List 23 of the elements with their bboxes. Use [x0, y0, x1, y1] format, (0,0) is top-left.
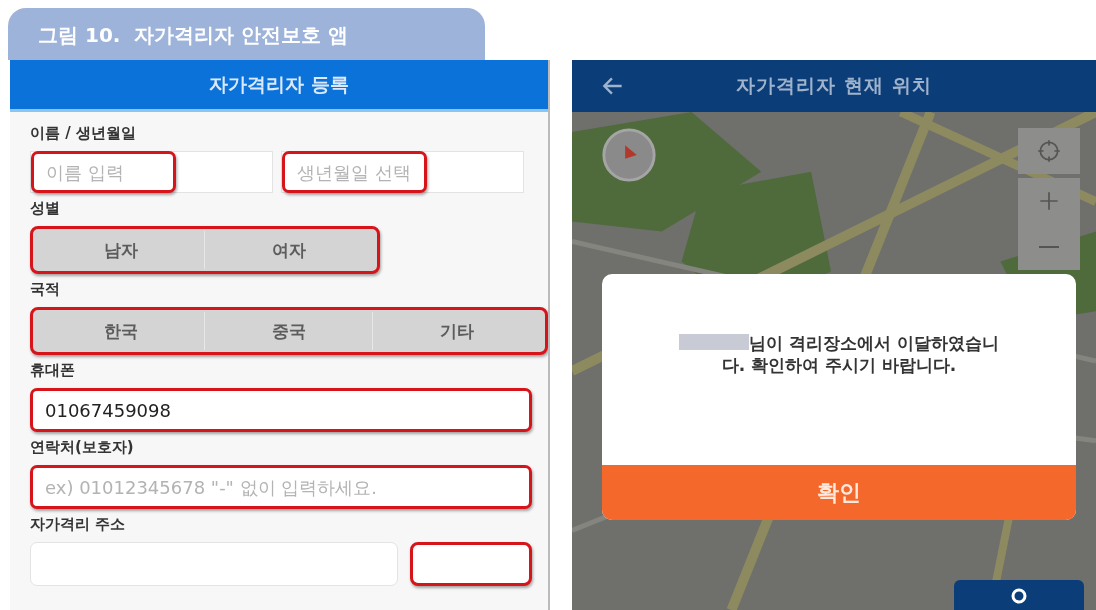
field-label: 국적 — [30, 280, 61, 299]
input-field[interactable]: 생년월일 선택 — [282, 151, 427, 193]
zoom-in-button[interactable] — [1018, 178, 1080, 224]
redacted-name — [679, 334, 750, 350]
dialog-message: 님이 격리장소에서 이달하였습니다. 확인하여 주시기 바랍니다. — [721, 333, 999, 376]
screen-title: 자가격리자 현재 위치 — [736, 73, 932, 98]
figure-caption: 그림 10. 자가격리자 안전보호 앱 — [8, 8, 485, 60]
field-label: 이름 / 생년월일 — [30, 124, 137, 143]
confirm-button[interactable]: 확인 — [602, 465, 1076, 520]
compass-icon[interactable] — [600, 126, 658, 184]
screen-title: 자가격리자 등록 — [209, 71, 349, 97]
floating-button[interactable] — [954, 580, 1084, 610]
field-label: 자가격리 주소 — [30, 515, 127, 534]
input-field[interactable]: ex) 01012345678 "-" 없이 입력하세요. — [30, 465, 532, 509]
field-label: 성별 — [30, 199, 61, 218]
input-field[interactable]: 01067459098 — [30, 388, 532, 432]
crosshair-icon — [1036, 138, 1062, 164]
search-button[interactable] — [410, 542, 532, 586]
field-label: 연락처(보호자) — [30, 438, 135, 457]
locate-button[interactable] — [1018, 128, 1080, 174]
minus-icon — [1039, 246, 1059, 248]
input-field[interactable]: 이름 입력 — [31, 151, 176, 193]
field-label: 휴대폰 — [30, 361, 76, 380]
